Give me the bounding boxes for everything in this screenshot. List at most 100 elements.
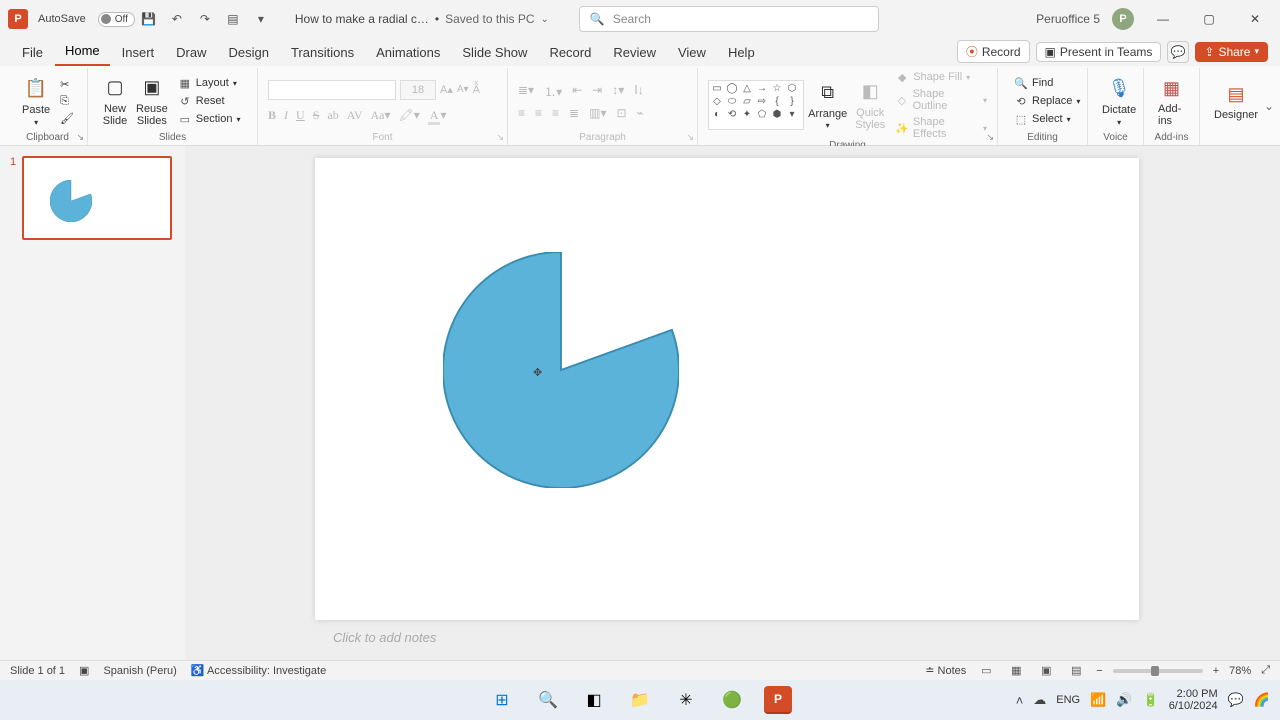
copy-icon[interactable]: ⎘	[60, 95, 74, 108]
arrange-button[interactable]: ⧉Arrange▾	[804, 78, 851, 133]
normal-view-button[interactable]: ▭	[976, 663, 996, 679]
tab-slideshow[interactable]: Slide Show	[452, 41, 537, 66]
language-indicator[interactable]: Spanish (Peru)	[103, 665, 176, 677]
shadow-button[interactable]: ab	[327, 108, 338, 123]
record-button[interactable]: ⦿Record	[957, 40, 1030, 63]
autosave-toggle[interactable]: Off	[98, 12, 135, 27]
fit-to-window-button[interactable]: ⤢	[1261, 664, 1270, 677]
maximize-button[interactable]: ▢	[1192, 7, 1226, 31]
clock[interactable]: 2:00 PM 6/10/2024	[1169, 688, 1218, 712]
tab-insert[interactable]: Insert	[112, 41, 165, 66]
find-button[interactable]: 🔍Find	[1014, 76, 1080, 90]
line-spacing-button[interactable]: ↕▾	[612, 83, 624, 100]
document-title[interactable]: How to make a radial c…	[295, 12, 429, 26]
tab-draw[interactable]: Draw	[166, 41, 216, 66]
indent-inc-button[interactable]: ⇥	[592, 83, 602, 100]
bold-button[interactable]: B	[268, 108, 276, 123]
user-name[interactable]: Peruoffice 5	[1036, 12, 1100, 26]
onedrive-icon[interactable]: ☁	[1033, 692, 1046, 708]
addins-button[interactable]: ▦Add-ins	[1154, 73, 1189, 129]
grow-font-icon[interactable]: A▴	[440, 83, 453, 96]
font-launcher[interactable]: ↘	[496, 132, 504, 143]
numbering-button[interactable]: ⒈▾	[544, 83, 562, 100]
reading-view-button[interactable]: ▣	[1036, 663, 1056, 679]
zoom-slider[interactable]	[1113, 669, 1203, 673]
font-size-input[interactable]	[400, 80, 436, 100]
tab-view[interactable]: View	[668, 41, 716, 66]
replace-button[interactable]: ⟲Replace▾	[1014, 94, 1080, 108]
reuse-slides-button[interactable]: ▣Reuse Slides	[132, 73, 172, 129]
undo-icon[interactable]: ↶	[168, 10, 186, 28]
zoom-percent[interactable]: 78%	[1229, 665, 1251, 677]
slide-canvas-area[interactable]: ✥ Click to add notes	[185, 146, 1280, 660]
slack-icon[interactable]: ✳	[672, 686, 700, 714]
thumbnail-pane[interactable]: 1	[0, 146, 185, 660]
wifi-icon[interactable]: 📶	[1090, 692, 1106, 708]
save-status[interactable]: Saved to this PC	[445, 12, 534, 26]
case-button[interactable]: Aa▾	[371, 108, 391, 123]
clear-format-icon[interactable]: Aͯ	[473, 84, 480, 96]
taskbar-search-icon[interactable]: 🔍	[534, 686, 562, 714]
strike-button[interactable]: S	[313, 108, 320, 123]
paragraph-launcher[interactable]: ↘	[686, 132, 694, 143]
spacing-button[interactable]: AV	[347, 108, 363, 123]
shape-effects-button[interactable]: ✨Shape Effects▾	[895, 116, 987, 140]
task-view-icon[interactable]: ◧	[580, 686, 608, 714]
designer-button[interactable]: ▤Designer	[1210, 79, 1262, 123]
sorter-view-button[interactable]: ▦	[1006, 663, 1026, 679]
new-slide-button[interactable]: ▢New Slide	[98, 73, 132, 129]
layout-button[interactable]: ▦Layout▾	[178, 76, 241, 90]
comments-button[interactable]: 💬	[1167, 41, 1189, 63]
align-center-button[interactable]: ≡	[535, 106, 542, 120]
font-color-button[interactable]: A▾	[428, 108, 447, 123]
justify-button[interactable]: ≣	[569, 106, 579, 120]
align-left-button[interactable]: ≡	[518, 106, 525, 120]
redo-icon[interactable]: ↷	[196, 10, 214, 28]
tab-record[interactable]: Record	[539, 41, 601, 66]
search-box[interactable]: 🔍 Search	[579, 6, 879, 32]
format-painter-icon[interactable]: 🖌	[60, 112, 74, 125]
underline-button[interactable]: U	[296, 108, 305, 123]
save-icon[interactable]: 💾	[140, 10, 158, 28]
tab-file[interactable]: File	[12, 41, 53, 66]
copilot-icon[interactable]: 🌈	[1254, 692, 1270, 708]
powerpoint-taskbar-icon[interactable]: P	[764, 686, 792, 714]
shape-outline-button[interactable]: ◇Shape Outline▾	[895, 88, 987, 112]
clipboard-launcher[interactable]: ↘	[76, 132, 84, 143]
notes-placeholder[interactable]: Click to add notes	[315, 626, 1240, 652]
align-text-button[interactable]: ⊡	[616, 106, 626, 120]
section-button[interactable]: ▭Section▾	[178, 112, 241, 126]
shape-fill-button[interactable]: ◆Shape Fill▾	[895, 70, 987, 84]
highlight-button[interactable]: 🖍▾	[399, 108, 420, 123]
spellcheck-icon[interactable]: ▣	[79, 664, 89, 677]
present-teams-button[interactable]: ▣Present in Teams	[1036, 42, 1162, 62]
notes-toggle[interactable]: ≐ Notes	[925, 664, 966, 677]
zoom-in-button[interactable]: +	[1213, 665, 1219, 677]
font-name-input[interactable]	[268, 80, 396, 100]
drawing-launcher[interactable]: ↘	[986, 132, 994, 143]
slide-indicator[interactable]: Slide 1 of 1	[10, 665, 65, 677]
pie-shape[interactable]	[443, 252, 679, 488]
paste-button[interactable]: 📋Paste▾	[18, 74, 54, 129]
tab-review[interactable]: Review	[603, 41, 666, 66]
explorer-icon[interactable]: 📁	[626, 686, 654, 714]
slideshow-view-button[interactable]: ▤	[1066, 663, 1086, 679]
tray-lang[interactable]: ENG	[1056, 694, 1080, 706]
from-beginning-icon[interactable]: ▤	[224, 10, 242, 28]
cut-icon[interactable]: ✂	[60, 78, 74, 91]
collapse-ribbon-icon[interactable]: ⌄	[1264, 99, 1274, 113]
tray-chevron-icon[interactable]: ˄	[1016, 693, 1024, 708]
slide-thumbnail-1[interactable]	[22, 156, 172, 240]
title-chevron-icon[interactable]: ⌄	[541, 14, 549, 25]
user-avatar[interactable]: P	[1112, 8, 1134, 30]
select-button[interactable]: ⬚Select▾	[1014, 112, 1080, 126]
shapes-gallery[interactable]: ▭◯△→☆⬡ ◇⬭▱⇨{} ◐⟲✦⬠⬢▾	[708, 80, 804, 130]
tab-home[interactable]: Home	[55, 39, 110, 66]
accessibility-indicator[interactable]: ♿ Accessibility: Investigate	[191, 664, 326, 677]
zoom-out-button[interactable]: −	[1096, 665, 1102, 677]
tab-transitions[interactable]: Transitions	[281, 41, 364, 66]
minimize-button[interactable]: —	[1146, 7, 1180, 31]
text-dir-button[interactable]: Ⅰ↓	[634, 83, 644, 100]
align-right-button[interactable]: ≡	[552, 106, 559, 120]
start-button[interactable]: ⊞	[488, 686, 516, 714]
